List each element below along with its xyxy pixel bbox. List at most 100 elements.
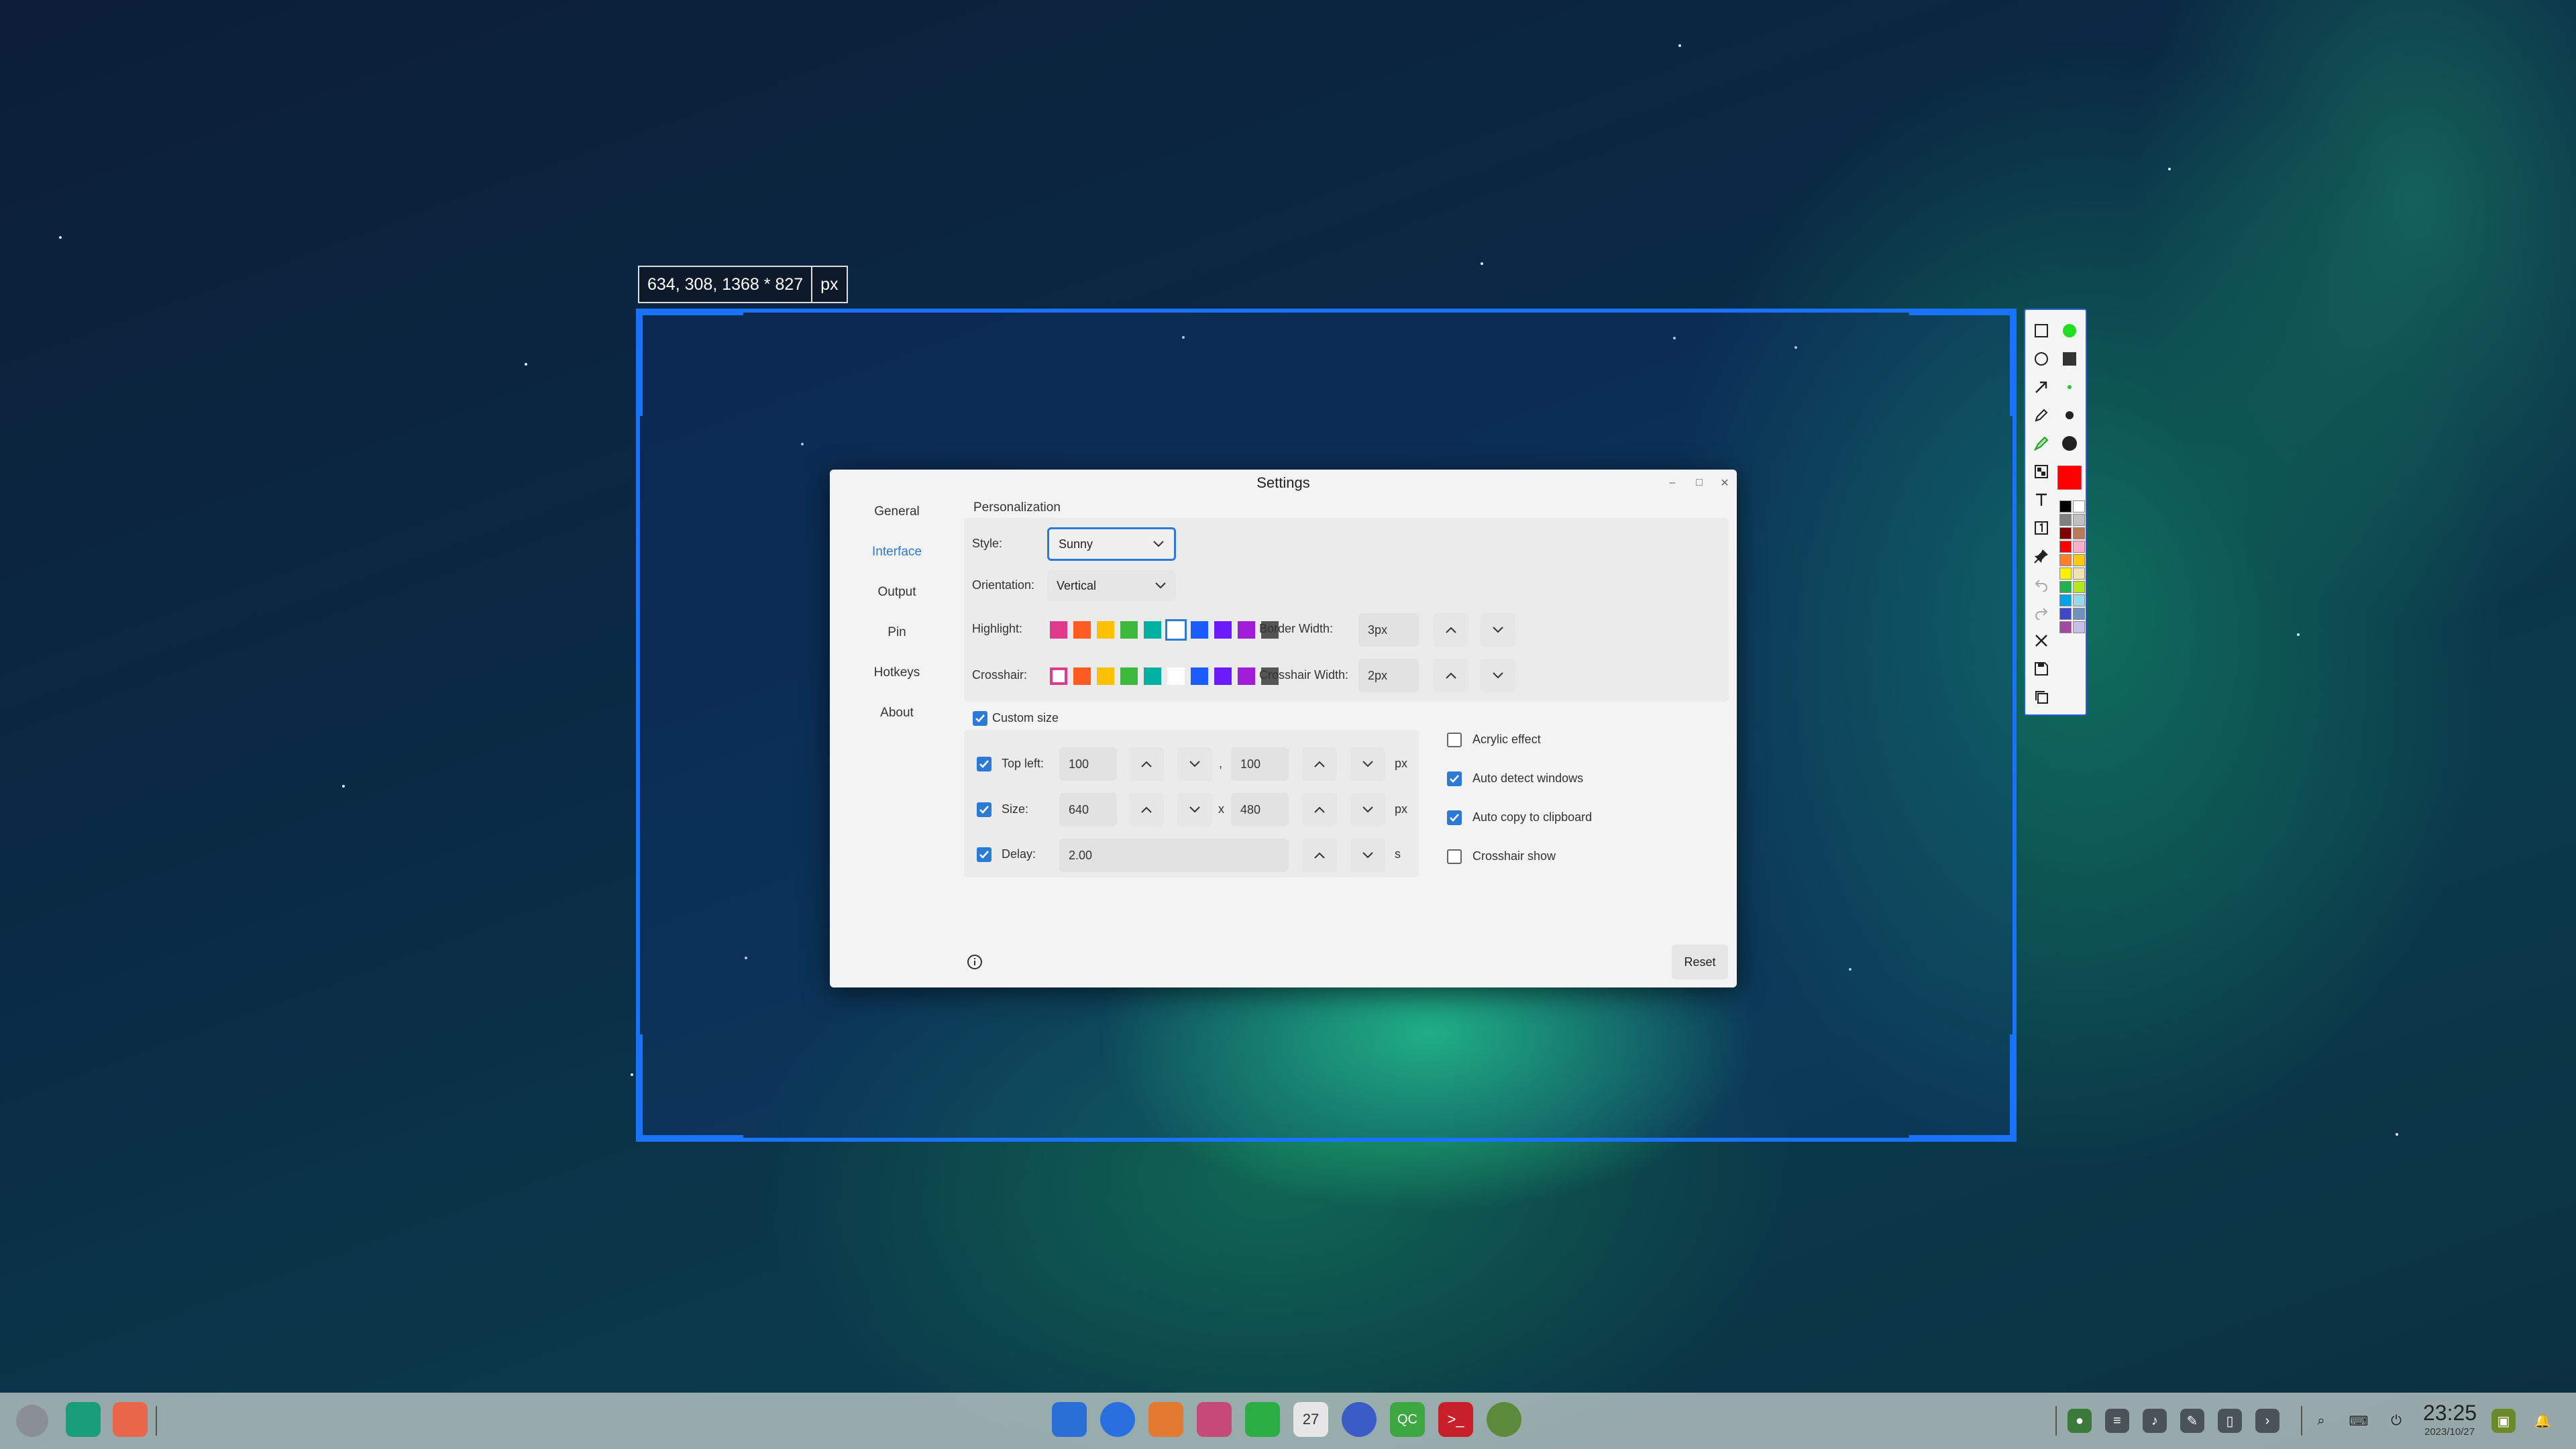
custom-size-checkbox[interactable] — [973, 711, 987, 726]
archive-manager-icon[interactable] — [1148, 1402, 1183, 1437]
palette-color-swatch[interactable] — [2059, 514, 2072, 526]
size-height-down[interactable] — [1350, 793, 1385, 826]
medium-dot-icon[interactable] — [2057, 401, 2082, 429]
selection-handle[interactable] — [1909, 309, 2017, 315]
palette-color-swatch[interactable] — [2059, 541, 2072, 553]
volume-icon[interactable]: ♪ — [2143, 1409, 2167, 1433]
palette-color-swatch[interactable] — [2059, 554, 2072, 566]
size-width-up[interactable] — [1129, 793, 1164, 826]
mosaic-icon[interactable] — [2029, 458, 2053, 486]
highlight-color-swatch[interactable] — [1097, 621, 1114, 639]
selection-handle[interactable] — [636, 1034, 643, 1142]
palette-color-swatch[interactable] — [2073, 554, 2085, 566]
top-left-x-up[interactable] — [1129, 747, 1164, 781]
pin-icon[interactable] — [2029, 542, 2053, 570]
arrow-icon[interactable] — [2029, 373, 2053, 401]
palette-color-swatch[interactable] — [2073, 621, 2085, 633]
reset-button[interactable]: Reset — [1672, 945, 1728, 979]
crosshair-color-swatch[interactable] — [1097, 667, 1114, 685]
palette-color-swatch[interactable] — [2059, 594, 2072, 606]
palette-color-swatch[interactable] — [2073, 581, 2085, 593]
crosshair-color-swatch[interactable] — [1144, 667, 1161, 685]
browser-icon[interactable] — [1100, 1402, 1135, 1437]
crosshair-width-up[interactable] — [1434, 659, 1468, 692]
palette-color-swatch[interactable] — [2059, 527, 2072, 539]
crosshair-show-checkbox[interactable] — [1447, 849, 1462, 864]
maximize-icon[interactable]: □ — [1691, 475, 1707, 491]
minimize-icon[interactable]: – — [1664, 475, 1680, 491]
border-width-down[interactable] — [1481, 613, 1515, 647]
workspace-icon[interactable] — [113, 1402, 148, 1437]
number-icon[interactable] — [2029, 514, 2053, 542]
nav-pin[interactable]: Pin — [830, 617, 964, 657]
menu-icon[interactable]: ≡ — [2105, 1409, 2129, 1433]
acrylic-effect-checkbox[interactable] — [1447, 733, 1462, 747]
trash-icon[interactable]: ▣ — [2491, 1409, 2516, 1433]
notification-icon[interactable]: 🔔 — [2530, 1409, 2555, 1433]
style-select[interactable]: Sunny — [1047, 527, 1176, 561]
chevron-right-icon[interactable]: › — [2255, 1409, 2279, 1433]
selection-handle[interactable] — [2010, 1034, 2017, 1142]
screenshot-app-icon[interactable] — [1487, 1402, 1521, 1437]
highlight-color-swatch[interactable] — [1120, 621, 1138, 639]
top-left-x-input[interactable]: 100 — [1059, 747, 1117, 781]
crosshair-color-swatch[interactable] — [1167, 667, 1185, 685]
crosshair-color-swatch[interactable] — [1214, 667, 1232, 685]
save-icon[interactable] — [2029, 655, 2053, 683]
palette-color-swatch[interactable] — [2059, 568, 2072, 580]
palette-color-swatch[interactable] — [2059, 621, 2072, 633]
highlight-color-swatch[interactable] — [1238, 621, 1255, 639]
highlight-color-swatch[interactable] — [1073, 621, 1091, 639]
border-width-up[interactable] — [1434, 613, 1468, 647]
current-color-swatch[interactable] — [2057, 458, 2082, 498]
redo-icon[interactable] — [2029, 598, 2053, 627]
highlight-color-swatch[interactable] — [1144, 621, 1161, 639]
palette-color-swatch[interactable] — [2073, 568, 2085, 580]
launcher-icon[interactable] — [16, 1405, 48, 1437]
title-bar[interactable]: Settings – □ ✕ — [830, 470, 1737, 496]
palette-color-swatch[interactable] — [2073, 514, 2085, 526]
settings-app-icon[interactable] — [1342, 1402, 1377, 1437]
crosshair-color-swatch[interactable] — [1073, 667, 1091, 685]
palette-color-swatch[interactable] — [2073, 608, 2085, 620]
nav-output[interactable]: Output — [830, 577, 964, 617]
close-window-icon[interactable]: ✕ — [1717, 475, 1733, 491]
delay-up[interactable] — [1302, 839, 1337, 872]
green-dot-icon[interactable] — [2057, 317, 2082, 345]
size-width-input[interactable]: 640 — [1059, 793, 1117, 826]
delay-input[interactable]: 2.00 — [1059, 839, 1289, 872]
palette-color-swatch[interactable] — [2059, 581, 2072, 593]
image-viewer-icon[interactable] — [1197, 1402, 1232, 1437]
orientation-select[interactable]: Vertical — [1047, 570, 1176, 601]
crosshair-color-swatch[interactable] — [1191, 667, 1208, 685]
undo-icon[interactable] — [2029, 570, 2053, 598]
info-icon[interactable] — [967, 954, 983, 973]
close-icon[interactable] — [2029, 627, 2053, 655]
delay-down[interactable] — [1350, 839, 1385, 872]
top-left-y-down[interactable] — [1350, 747, 1385, 781]
nav-about[interactable]: About — [830, 698, 964, 738]
border-width-input[interactable]: 3px — [1358, 613, 1419, 647]
selection-handle[interactable] — [636, 1135, 743, 1142]
top-left-y-input[interactable]: 100 — [1231, 747, 1289, 781]
tray-app-icon[interactable]: ● — [2068, 1409, 2092, 1433]
text-icon[interactable] — [2029, 486, 2053, 514]
top-left-y-up[interactable] — [1302, 747, 1337, 781]
size-width-down[interactable] — [1177, 793, 1212, 826]
palette-color-swatch[interactable] — [2073, 541, 2085, 553]
palette-color-swatch[interactable] — [2073, 594, 2085, 606]
auto-detect-windows-checkbox[interactable] — [1447, 771, 1462, 786]
search-icon[interactable]: ⌕ — [2309, 1409, 2333, 1433]
crosshair-color-swatch[interactable] — [1120, 667, 1138, 685]
selection-handle[interactable] — [636, 309, 643, 416]
calendar-icon[interactable]: 27 — [1293, 1402, 1328, 1437]
clock-time[interactable]: 23:25 — [2423, 1401, 2477, 1426]
delay-checkbox[interactable] — [977, 847, 991, 862]
terminal-icon[interactable]: >_ — [1438, 1402, 1473, 1437]
qt-creator-icon[interactable]: QC — [1390, 1402, 1425, 1437]
highlight-color-swatch[interactable] — [1050, 621, 1067, 639]
mouse-icon[interactable]: ▯ — [2218, 1409, 2242, 1433]
copy-icon[interactable] — [2029, 683, 2053, 711]
marker-icon[interactable] — [2029, 429, 2053, 458]
auto-copy-clipboard-checkbox[interactable] — [1447, 810, 1462, 825]
